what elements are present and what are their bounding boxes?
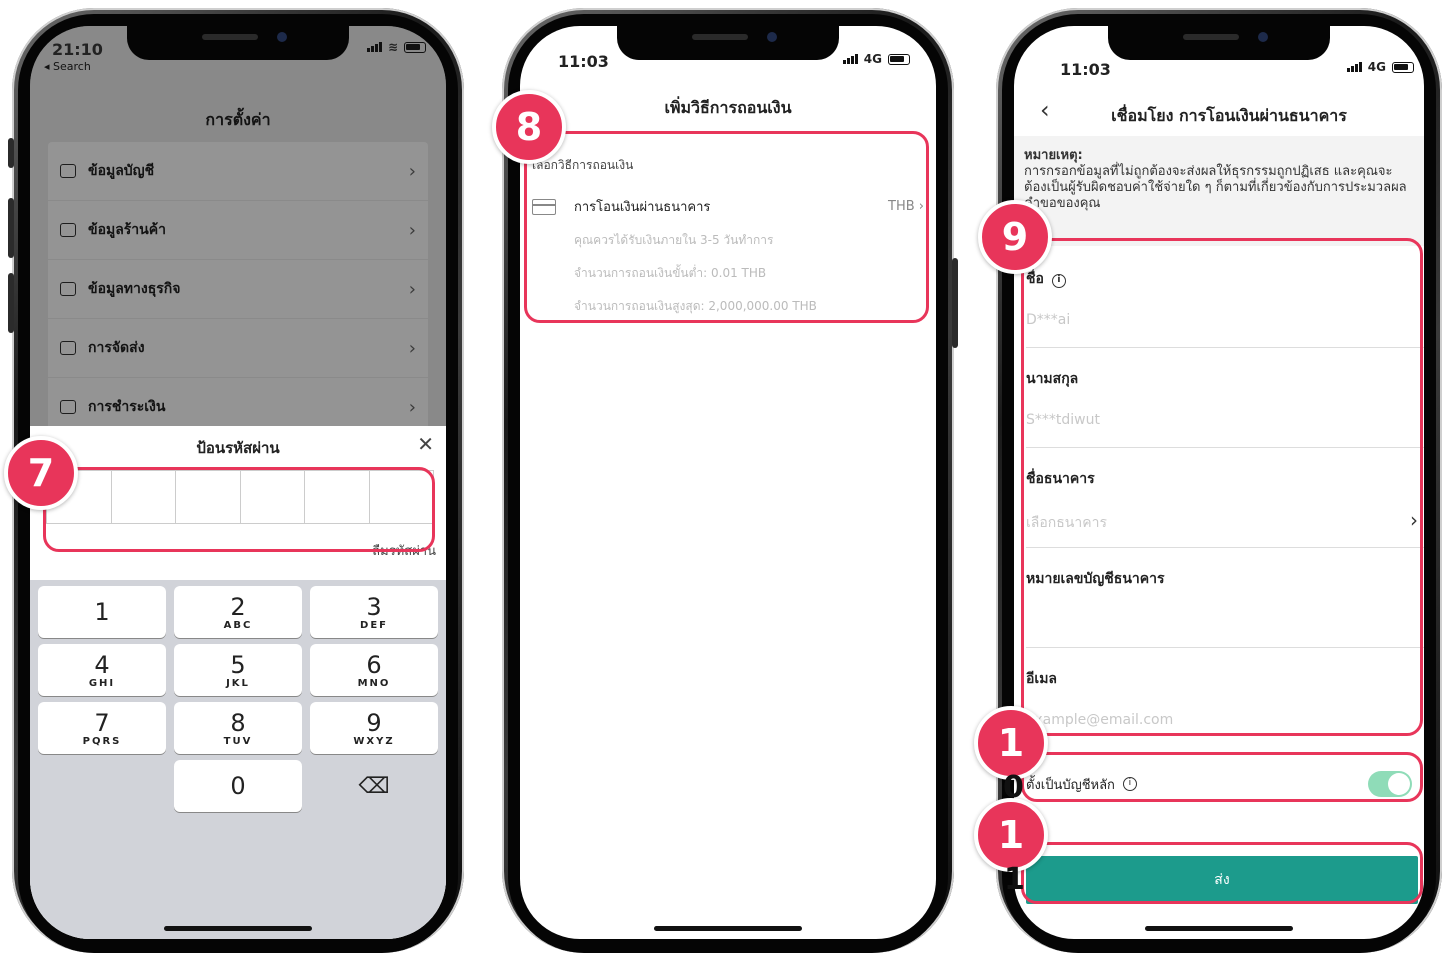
menu-item-label: ข้อมูลร้านค้า — [88, 222, 166, 238]
box-icon — [60, 341, 76, 355]
signal-icon — [842, 54, 858, 64]
page-title: การตั้งค่า — [205, 110, 271, 129]
chevron-right-icon: › — [408, 337, 416, 359]
status-time: 21:10 — [52, 40, 103, 59]
signal-icon — [1346, 62, 1362, 72]
key-4[interactable]: 4 GHI — [38, 644, 166, 696]
network-label: 4G — [863, 52, 882, 66]
network-label: 4G — [1367, 60, 1386, 74]
status-icons: ≋ — [366, 40, 426, 54]
page-title: เพิ่มวิธีการถอนเงิน — [664, 98, 792, 117]
settings-menu: ข้อมูลบัญชี › ข้อมูลร้านค้า › ข้อมูลทางธุร… — [48, 142, 428, 437]
notch — [1108, 26, 1330, 60]
mute-switch — [8, 138, 14, 168]
key-3[interactable]: 3 DEF — [310, 586, 438, 638]
step-badge-7: 7 — [4, 436, 78, 510]
key-5[interactable]: 5 JKL — [174, 644, 302, 696]
signal-icon — [366, 42, 382, 52]
home-indicator — [654, 926, 802, 931]
step-badge-9: 9 — [978, 200, 1052, 274]
menu-item-label: การจัดส่ง — [88, 340, 145, 356]
step-badge-10-tail: 0 — [1003, 770, 1024, 805]
wifi-icon: ≋ — [387, 40, 398, 54]
close-icon[interactable]: ✕ — [417, 432, 434, 456]
status-time: 11:03 — [558, 52, 609, 71]
menu-item-label: ข้อมูลทางธุรกิจ — [88, 281, 181, 297]
menu-item-label: ข้อมูลบัญชี — [88, 163, 155, 179]
key-blank — [38, 760, 166, 812]
battery-icon — [404, 41, 426, 53]
menu-item-shop[interactable]: ข้อมูลร้านค้า › — [48, 201, 428, 260]
notch — [127, 26, 349, 60]
status-icons: 4G — [842, 52, 910, 66]
step-badge-10: 1 — [974, 706, 1048, 780]
notch — [617, 26, 839, 60]
key-0[interactable]: 0 — [174, 760, 302, 812]
home-indicator — [1145, 926, 1293, 931]
battery-icon — [888, 53, 910, 65]
backspace-icon[interactable]: ⌫ — [310, 760, 438, 812]
battery-icon — [1392, 61, 1414, 73]
card-icon — [60, 400, 76, 414]
notice-text: การกรอกข้อมูลที่ไม่ถูกต้องจะส่งผลให้ธุรก… — [1024, 164, 1407, 211]
chevron-right-icon: › — [408, 278, 416, 300]
volume-down-button — [8, 273, 14, 333]
key-9[interactable]: 9 WXYZ — [310, 702, 438, 754]
highlight-method — [524, 131, 929, 323]
key-8[interactable]: 8 TUV — [174, 702, 302, 754]
status-icons: 4G — [1346, 60, 1414, 74]
notice-title: หมายเหตุ: — [1024, 148, 1083, 163]
highlight-submit — [1021, 842, 1423, 904]
chevron-right-icon: › — [408, 160, 416, 182]
briefcase-icon — [60, 282, 76, 296]
user-icon — [60, 164, 76, 178]
power-button — [952, 258, 958, 348]
page-title: เชื่อมโยง การโอนเงินผ่านธนาคาร — [1111, 106, 1347, 125]
step-badge-11-tail: 1 — [1004, 862, 1025, 897]
highlight-form — [1021, 238, 1423, 736]
notice-box: หมายเหตุ: การกรอกข้อมูลที่ไม่ถูกต้องจะส่… — [1014, 136, 1424, 246]
key-7[interactable]: 7 PQRS — [38, 702, 166, 754]
shop-icon — [60, 223, 76, 237]
status-time: 11:03 — [1060, 60, 1111, 79]
sheet-title: ป้อนรหัสผ่าน — [196, 439, 280, 457]
key-6[interactable]: 6 MNO — [310, 644, 438, 696]
volume-up-button — [8, 198, 14, 258]
step-badge-11: 1 — [974, 798, 1048, 872]
menu-item-account[interactable]: ข้อมูลบัญชี › — [48, 142, 428, 201]
menu-item-label: การชำระเงิน — [88, 399, 166, 415]
key-2[interactable]: 2 ABC — [174, 586, 302, 638]
menu-item-business[interactable]: ข้อมูลทางธุรกิจ › — [48, 260, 428, 319]
chevron-right-icon: › — [408, 396, 416, 418]
chevron-right-icon: › — [408, 219, 416, 241]
step-badge-8: 8 — [492, 90, 566, 164]
numeric-keypad: 1 2 ABC 3 DEF 4 GHI 5 JKL 6 MNO 7 PQRS 8 TUV 9W… — [30, 580, 446, 939]
key-1[interactable]: 1 — [38, 586, 166, 638]
home-indicator — [164, 926, 312, 931]
menu-item-shipping[interactable]: การจัดส่ง › — [48, 319, 428, 378]
highlight-pin-input — [43, 467, 435, 552]
highlight-toggle — [1021, 752, 1423, 802]
